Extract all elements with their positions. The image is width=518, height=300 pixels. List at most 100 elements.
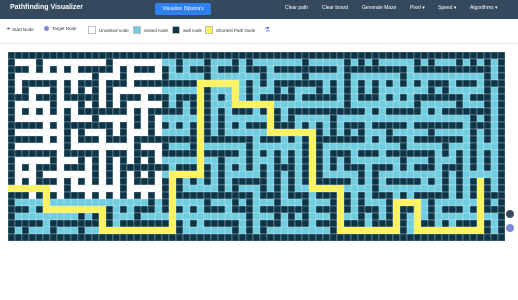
grid-cell[interactable] (266, 142, 275, 151)
grid-cell[interactable] (63, 65, 72, 74)
grid-cell[interactable] (406, 65, 415, 74)
grid-cell[interactable] (259, 184, 268, 193)
grid-cell[interactable] (273, 51, 282, 60)
grid-cell[interactable] (378, 128, 387, 137)
grid-cell[interactable] (70, 128, 79, 137)
grid-cell[interactable] (91, 226, 100, 235)
grid-cell[interactable] (399, 219, 408, 228)
grid-cell[interactable] (385, 142, 394, 151)
grid-cell[interactable] (273, 149, 282, 158)
grid-cell[interactable] (259, 205, 268, 214)
grid-cell[interactable] (462, 142, 471, 151)
grid-cell[interactable] (413, 51, 422, 60)
grid-cell[interactable] (42, 86, 51, 95)
grid-cell[interactable] (273, 205, 282, 214)
grid-cell[interactable] (385, 107, 394, 116)
grid-cell[interactable] (427, 163, 436, 172)
grid-cell[interactable] (441, 79, 450, 88)
grid-cell[interactable] (322, 233, 331, 242)
grid-cell[interactable] (434, 51, 443, 60)
grid-cell[interactable] (259, 191, 268, 200)
grid-cell[interactable] (238, 170, 247, 179)
grid-cell[interactable] (56, 219, 65, 228)
grid-cell[interactable] (448, 191, 457, 200)
grid-cell[interactable] (455, 107, 464, 116)
grid-cell[interactable] (147, 219, 156, 228)
grid-cell[interactable] (224, 170, 233, 179)
grid-cell[interactable] (378, 93, 387, 102)
grid-cell[interactable] (448, 100, 457, 109)
grid-cell[interactable] (147, 107, 156, 116)
grid-cell[interactable] (476, 65, 485, 74)
grid-cell[interactable] (77, 100, 86, 109)
grid-cell[interactable] (462, 135, 471, 144)
grid-cell[interactable] (203, 184, 212, 193)
grid-cell[interactable] (119, 142, 128, 151)
grid-cell[interactable] (392, 114, 401, 123)
grid-cell[interactable] (35, 86, 44, 95)
grid-cell[interactable] (224, 163, 233, 172)
grid-cell[interactable] (350, 163, 359, 172)
grid-cell[interactable] (413, 135, 422, 144)
grid-cell[interactable] (427, 219, 436, 228)
grid-cell[interactable] (112, 58, 121, 67)
grid-cell[interactable] (203, 142, 212, 151)
grid-cell[interactable] (245, 219, 254, 228)
grid-cell[interactable] (273, 93, 282, 102)
grid-cell[interactable] (378, 114, 387, 123)
grid-cell[interactable] (154, 198, 163, 207)
grid-cell[interactable] (343, 128, 352, 137)
grid-cell[interactable] (441, 205, 450, 214)
grid-cell[interactable] (427, 72, 436, 81)
grid-cell[interactable] (182, 233, 191, 242)
grid-cell[interactable] (224, 128, 233, 137)
grid-cell[interactable] (168, 177, 177, 186)
grid-cell[interactable] (77, 170, 86, 179)
grid-cell[interactable] (280, 135, 289, 144)
grid-cell[interactable] (84, 58, 93, 67)
grid-cell[interactable] (231, 219, 240, 228)
grid-cell[interactable] (217, 156, 226, 165)
grid-cell[interactable] (217, 233, 226, 242)
grid-cell[interactable] (105, 233, 114, 242)
grid-cell[interactable] (273, 114, 282, 123)
grid-cell[interactable] (56, 177, 65, 186)
grid-cell[interactable] (112, 149, 121, 158)
grid-cell[interactable] (322, 135, 331, 144)
grid-cell[interactable] (343, 212, 352, 221)
grid-cell[interactable] (63, 191, 72, 200)
grid-cell[interactable] (364, 128, 373, 137)
grid-cell[interactable] (371, 170, 380, 179)
grid-cell[interactable] (455, 226, 464, 235)
grid-cell[interactable] (266, 114, 275, 123)
grid-cell[interactable] (497, 86, 506, 95)
grid-cell[interactable] (315, 142, 324, 151)
grid-cell[interactable] (175, 226, 184, 235)
grid-cell[interactable] (161, 58, 170, 67)
grid-cell[interactable] (238, 86, 247, 95)
grid-cell[interactable] (98, 121, 107, 130)
grid-cell[interactable] (196, 128, 205, 137)
grid-cell[interactable] (126, 184, 135, 193)
grid-cell[interactable] (168, 156, 177, 165)
grid-cell[interactable] (308, 72, 317, 81)
grid-cell[interactable] (42, 100, 51, 109)
grid-cell[interactable] (413, 128, 422, 137)
grid-cell[interactable] (140, 191, 149, 200)
grid-cell[interactable] (371, 128, 380, 137)
grid-cell[interactable] (126, 142, 135, 151)
grid-cell[interactable] (196, 114, 205, 123)
grid-cell[interactable] (392, 100, 401, 109)
grid-cell[interactable] (28, 114, 37, 123)
grid-cell[interactable] (455, 156, 464, 165)
grid-cell[interactable] (35, 177, 44, 186)
grid-cell[interactable] (84, 212, 93, 221)
grid-cell[interactable] (343, 114, 352, 123)
grid-cell[interactable] (168, 107, 177, 116)
grid-cell[interactable] (238, 72, 247, 81)
grid-cell[interactable] (434, 121, 443, 130)
grid-cell[interactable] (112, 191, 121, 200)
grid-cell[interactable] (287, 219, 296, 228)
grid-cell[interactable] (91, 100, 100, 109)
grid-cell[interactable] (462, 107, 471, 116)
